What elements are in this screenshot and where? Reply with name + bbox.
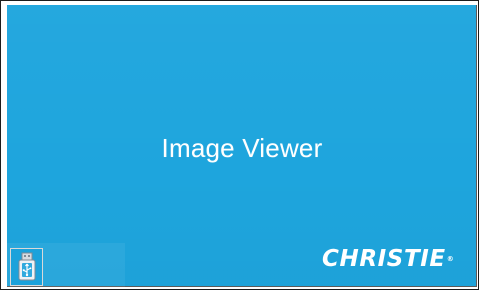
brand-trademark-mark: ®	[446, 255, 455, 263]
brand-logo-text: CHRISTIE	[322, 246, 446, 272]
brand-logo: CHRISTIE®	[322, 246, 467, 272]
device-display-frame: Image Viewer CHRISTIE®	[0, 0, 479, 290]
page-title: Image Viewer	[161, 133, 323, 163]
usb-drive-button[interactable]	[10, 248, 43, 286]
image-viewer-screen: Image Viewer CHRISTIE®	[7, 5, 477, 287]
usb-drive-icon	[18, 252, 35, 281]
